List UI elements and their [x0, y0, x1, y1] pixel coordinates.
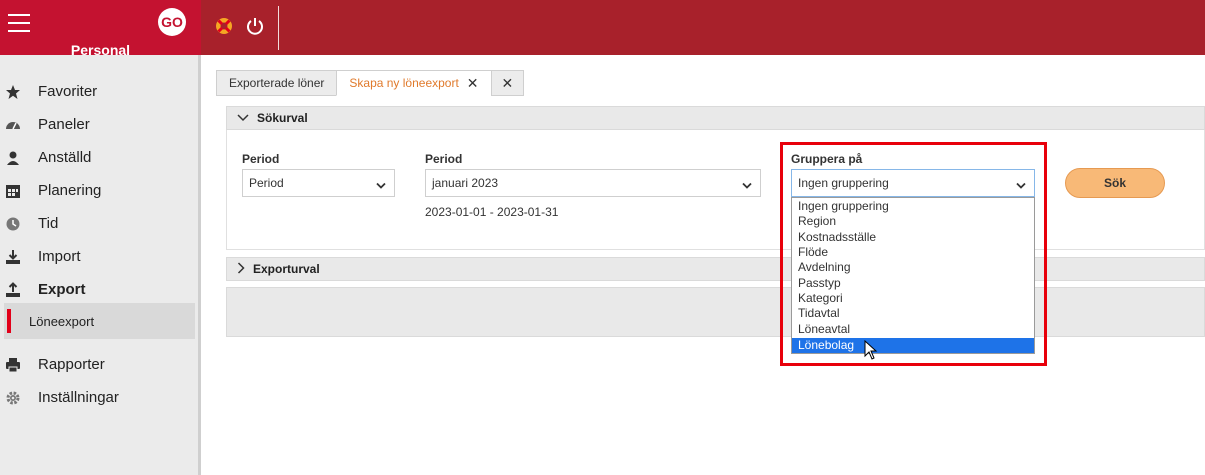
tab-label: Exporterade löner — [229, 76, 325, 90]
sidebar: Favoriter Paneler Anställd Planering Tid… — [0, 55, 201, 475]
chevron-down-icon — [237, 111, 249, 125]
close-all-tabs-icon[interactable]: ✕ — [490, 70, 525, 96]
sidebar-item-label: Favoriter — [38, 83, 98, 100]
person-icon — [5, 150, 21, 166]
search-button[interactable]: Sök — [1065, 168, 1165, 198]
tab-skapa-ny-loneexport[interactable]: Skapa ny löneexport ✕ — [336, 70, 492, 96]
sidebar-item-installningar[interactable]: Inställningar — [0, 382, 198, 412]
sidebar-item-export[interactable]: Export — [0, 274, 198, 304]
section-title: Sökurval — [257, 111, 308, 125]
tab-exporterade-loner[interactable]: Exporterade löner — [216, 70, 338, 96]
printer-icon — [5, 357, 21, 373]
sidebar-item-label: Tid — [38, 215, 59, 232]
sidebar-item-planering[interactable]: Planering — [0, 175, 198, 205]
tab-label: Skapa ny löneexport — [349, 76, 459, 90]
export-area — [226, 287, 1205, 337]
clock-icon — [5, 216, 21, 232]
sidebar-subitem-loneexport[interactable]: Löneexport — [4, 303, 195, 339]
sidebar-item-label: Anställd — [38, 149, 92, 166]
close-tab-icon[interactable]: ✕ — [467, 75, 479, 92]
go-logo: GO — [156, 6, 188, 38]
sokurval-header[interactable]: Sökurval — [226, 106, 1205, 130]
active-indicator — [7, 309, 11, 333]
sidebar-item-tid[interactable]: Tid — [0, 208, 198, 238]
period-select[interactable]: januari 2023 — [425, 169, 761, 197]
sidebar-item-label: Export — [38, 281, 86, 298]
svg-text:GO: GO — [161, 14, 183, 30]
header-divider — [278, 6, 279, 50]
sidebar-item-rapporter[interactable]: Rapporter — [0, 349, 198, 379]
sidebar-item-favoriter[interactable]: Favoriter — [0, 76, 198, 106]
power-icon[interactable] — [245, 16, 265, 36]
sidebar-item-label: Planering — [38, 182, 102, 199]
star-icon — [5, 84, 21, 100]
menu-icon[interactable] — [8, 14, 30, 32]
sidebar-subitem-label: Löneexport — [29, 314, 95, 329]
calendar-icon — [5, 183, 21, 199]
chevron-right-icon — [237, 261, 245, 277]
sidebar-item-paneler[interactable]: Paneler — [0, 109, 198, 139]
section-title: Exporturval — [253, 262, 320, 276]
period-range: 2023-01-01 - 2023-01-31 — [425, 205, 559, 219]
period-type-select[interactable]: Period — [242, 169, 395, 197]
gauge-icon — [5, 117, 21, 133]
mouse-cursor-icon — [864, 339, 878, 360]
exporturval-header[interactable]: Exporturval — [226, 257, 1205, 281]
tab-bar: Exporterade löner Skapa ny löneexport ✕ … — [216, 70, 525, 96]
gear-icon — [5, 390, 21, 406]
select-value: Period — [249, 176, 284, 190]
upload-icon — [5, 282, 21, 298]
annotation-highlight-box — [780, 142, 1047, 366]
select-value: januari 2023 — [432, 176, 499, 190]
sidebar-item-label: Import — [38, 248, 81, 265]
chevron-down-icon — [376, 179, 386, 189]
download-icon — [5, 249, 21, 265]
period-type-label: Period — [242, 152, 280, 166]
lifebuoy-icon[interactable] — [214, 16, 234, 36]
sidebar-item-label: Inställningar — [38, 389, 119, 406]
sidebar-item-label: Rapporter — [38, 356, 105, 373]
sidebar-item-anstalld[interactable]: Anställd — [0, 142, 198, 172]
period-label: Period — [425, 152, 463, 166]
sidebar-item-import[interactable]: Import — [0, 241, 198, 271]
chevron-down-icon — [742, 179, 752, 189]
sidebar-item-label: Paneler — [38, 116, 90, 133]
